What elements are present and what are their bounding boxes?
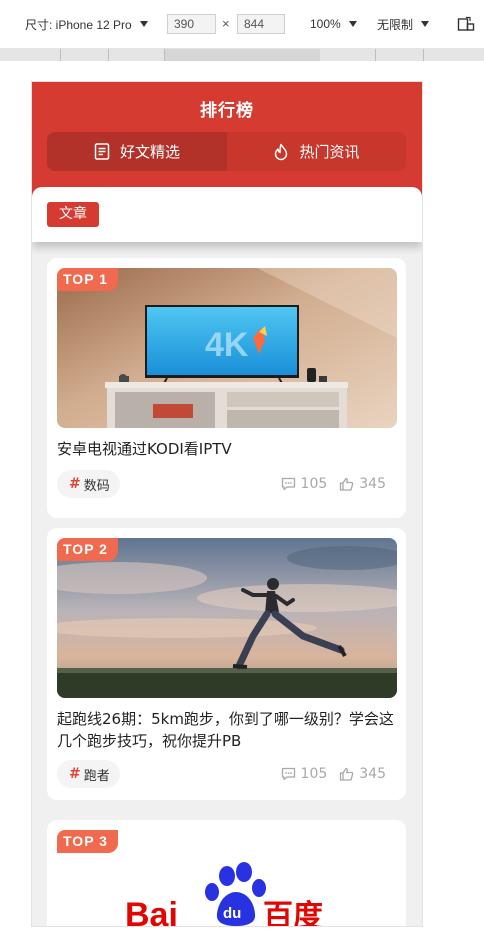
- device-label: 尺寸: iPhone 12 Pro: [25, 17, 132, 32]
- tag-pill[interactable]: # 数码: [57, 470, 120, 498]
- svg-text:Bai: Bai: [125, 896, 178, 926]
- rank-badge: TOP 1: [57, 268, 118, 291]
- svg-text:4K: 4K: [205, 326, 249, 364]
- throttle-select[interactable]: 无限制: [377, 0, 430, 48]
- category-chip[interactable]: 文章: [47, 202, 99, 227]
- device-toolbar: 尺寸: iPhone 12 Pro 390 × 844 100% 无限制: [0, 0, 484, 49]
- article-card[interactable]: du Bai 百度 TOP 3: [47, 820, 406, 926]
- article-title[interactable]: 起跑线26期：5km跑步，你到了哪一级别？学会这几个跑步技巧，祝你提升PB: [57, 708, 399, 752]
- tab-label: 热门资讯: [299, 143, 360, 161]
- width-input[interactable]: 390: [167, 14, 216, 34]
- article-stats: 105 345: [281, 766, 386, 782]
- tab-label: 好文精选: [119, 143, 180, 161]
- zoom-select[interactable]: 100%: [310, 0, 357, 48]
- document-icon: [94, 143, 110, 160]
- page-title: 排行榜: [200, 101, 254, 121]
- article-image: 4K TOP 1: [57, 268, 397, 428]
- thumbs-up-icon[interactable]: [339, 767, 354, 781]
- tab-bar: 好文精选 热门资讯: [47, 132, 406, 171]
- device-select[interactable]: 尺寸: iPhone 12 Pro: [25, 0, 148, 48]
- chevron-down-icon: [348, 21, 357, 27]
- svg-text:du: du: [223, 905, 241, 922]
- hash-icon: #: [69, 766, 81, 782]
- tv-image: 4K: [57, 268, 397, 428]
- times-symbol: ×: [222, 16, 230, 31]
- hash-icon: #: [69, 476, 81, 492]
- chevron-down-icon: [139, 21, 148, 27]
- flame-icon: [275, 143, 288, 160]
- comment-icon: [281, 767, 295, 781]
- rotate-icon[interactable]: [457, 16, 475, 32]
- chevron-down-icon: [421, 21, 430, 27]
- tab-hot-news[interactable]: 热门资讯: [227, 132, 406, 171]
- article-stats: 105 345: [281, 476, 386, 492]
- zoom-value: 100%: [310, 17, 341, 31]
- article-image: TOP 2: [57, 538, 397, 698]
- comment-icon: [281, 477, 295, 491]
- throttle-value: 无限制: [377, 17, 414, 32]
- rank-badge: TOP 3: [57, 830, 118, 853]
- height-input[interactable]: 844: [237, 14, 285, 34]
- thumbs-up-icon[interactable]: [339, 477, 354, 491]
- tag-label: 数码: [83, 478, 110, 494]
- category-bar: 文章: [32, 187, 422, 242]
- like-count: 345: [359, 766, 386, 782]
- article-card[interactable]: 4K TOP 1 安卓电视通过KODI看IPTV # 数码 105 345: [47, 258, 406, 518]
- like-count: 345: [359, 476, 386, 492]
- rank-badge: TOP 2: [57, 538, 118, 561]
- tag-pill[interactable]: # 跑者: [57, 760, 120, 788]
- svg-text:百度: 百度: [263, 899, 323, 926]
- runner-image: [57, 538, 397, 698]
- article-card[interactable]: TOP 2 起跑线26期：5km跑步，你到了哪一级别？学会这几个跑步技巧，祝你提…: [47, 528, 406, 800]
- tag-label: 跑者: [83, 768, 110, 784]
- tab-featured-articles[interactable]: 好文精选: [47, 132, 227, 171]
- article-title[interactable]: 安卓电视通过KODI看IPTV: [57, 438, 399, 460]
- ranking-header: 排行榜 好文精选 热门资讯: [32, 82, 422, 199]
- article-image: du Bai 百度 TOP 3: [57, 830, 397, 926]
- phone-viewport: 排行榜 好文精选 热门资讯 文章 4K TOP 1 安卓电视通过KODI看IPT…: [32, 82, 422, 926]
- comment-count: 105: [300, 476, 328, 492]
- media-query-ruler: [0, 49, 484, 61]
- comment-count: 105: [300, 766, 328, 782]
